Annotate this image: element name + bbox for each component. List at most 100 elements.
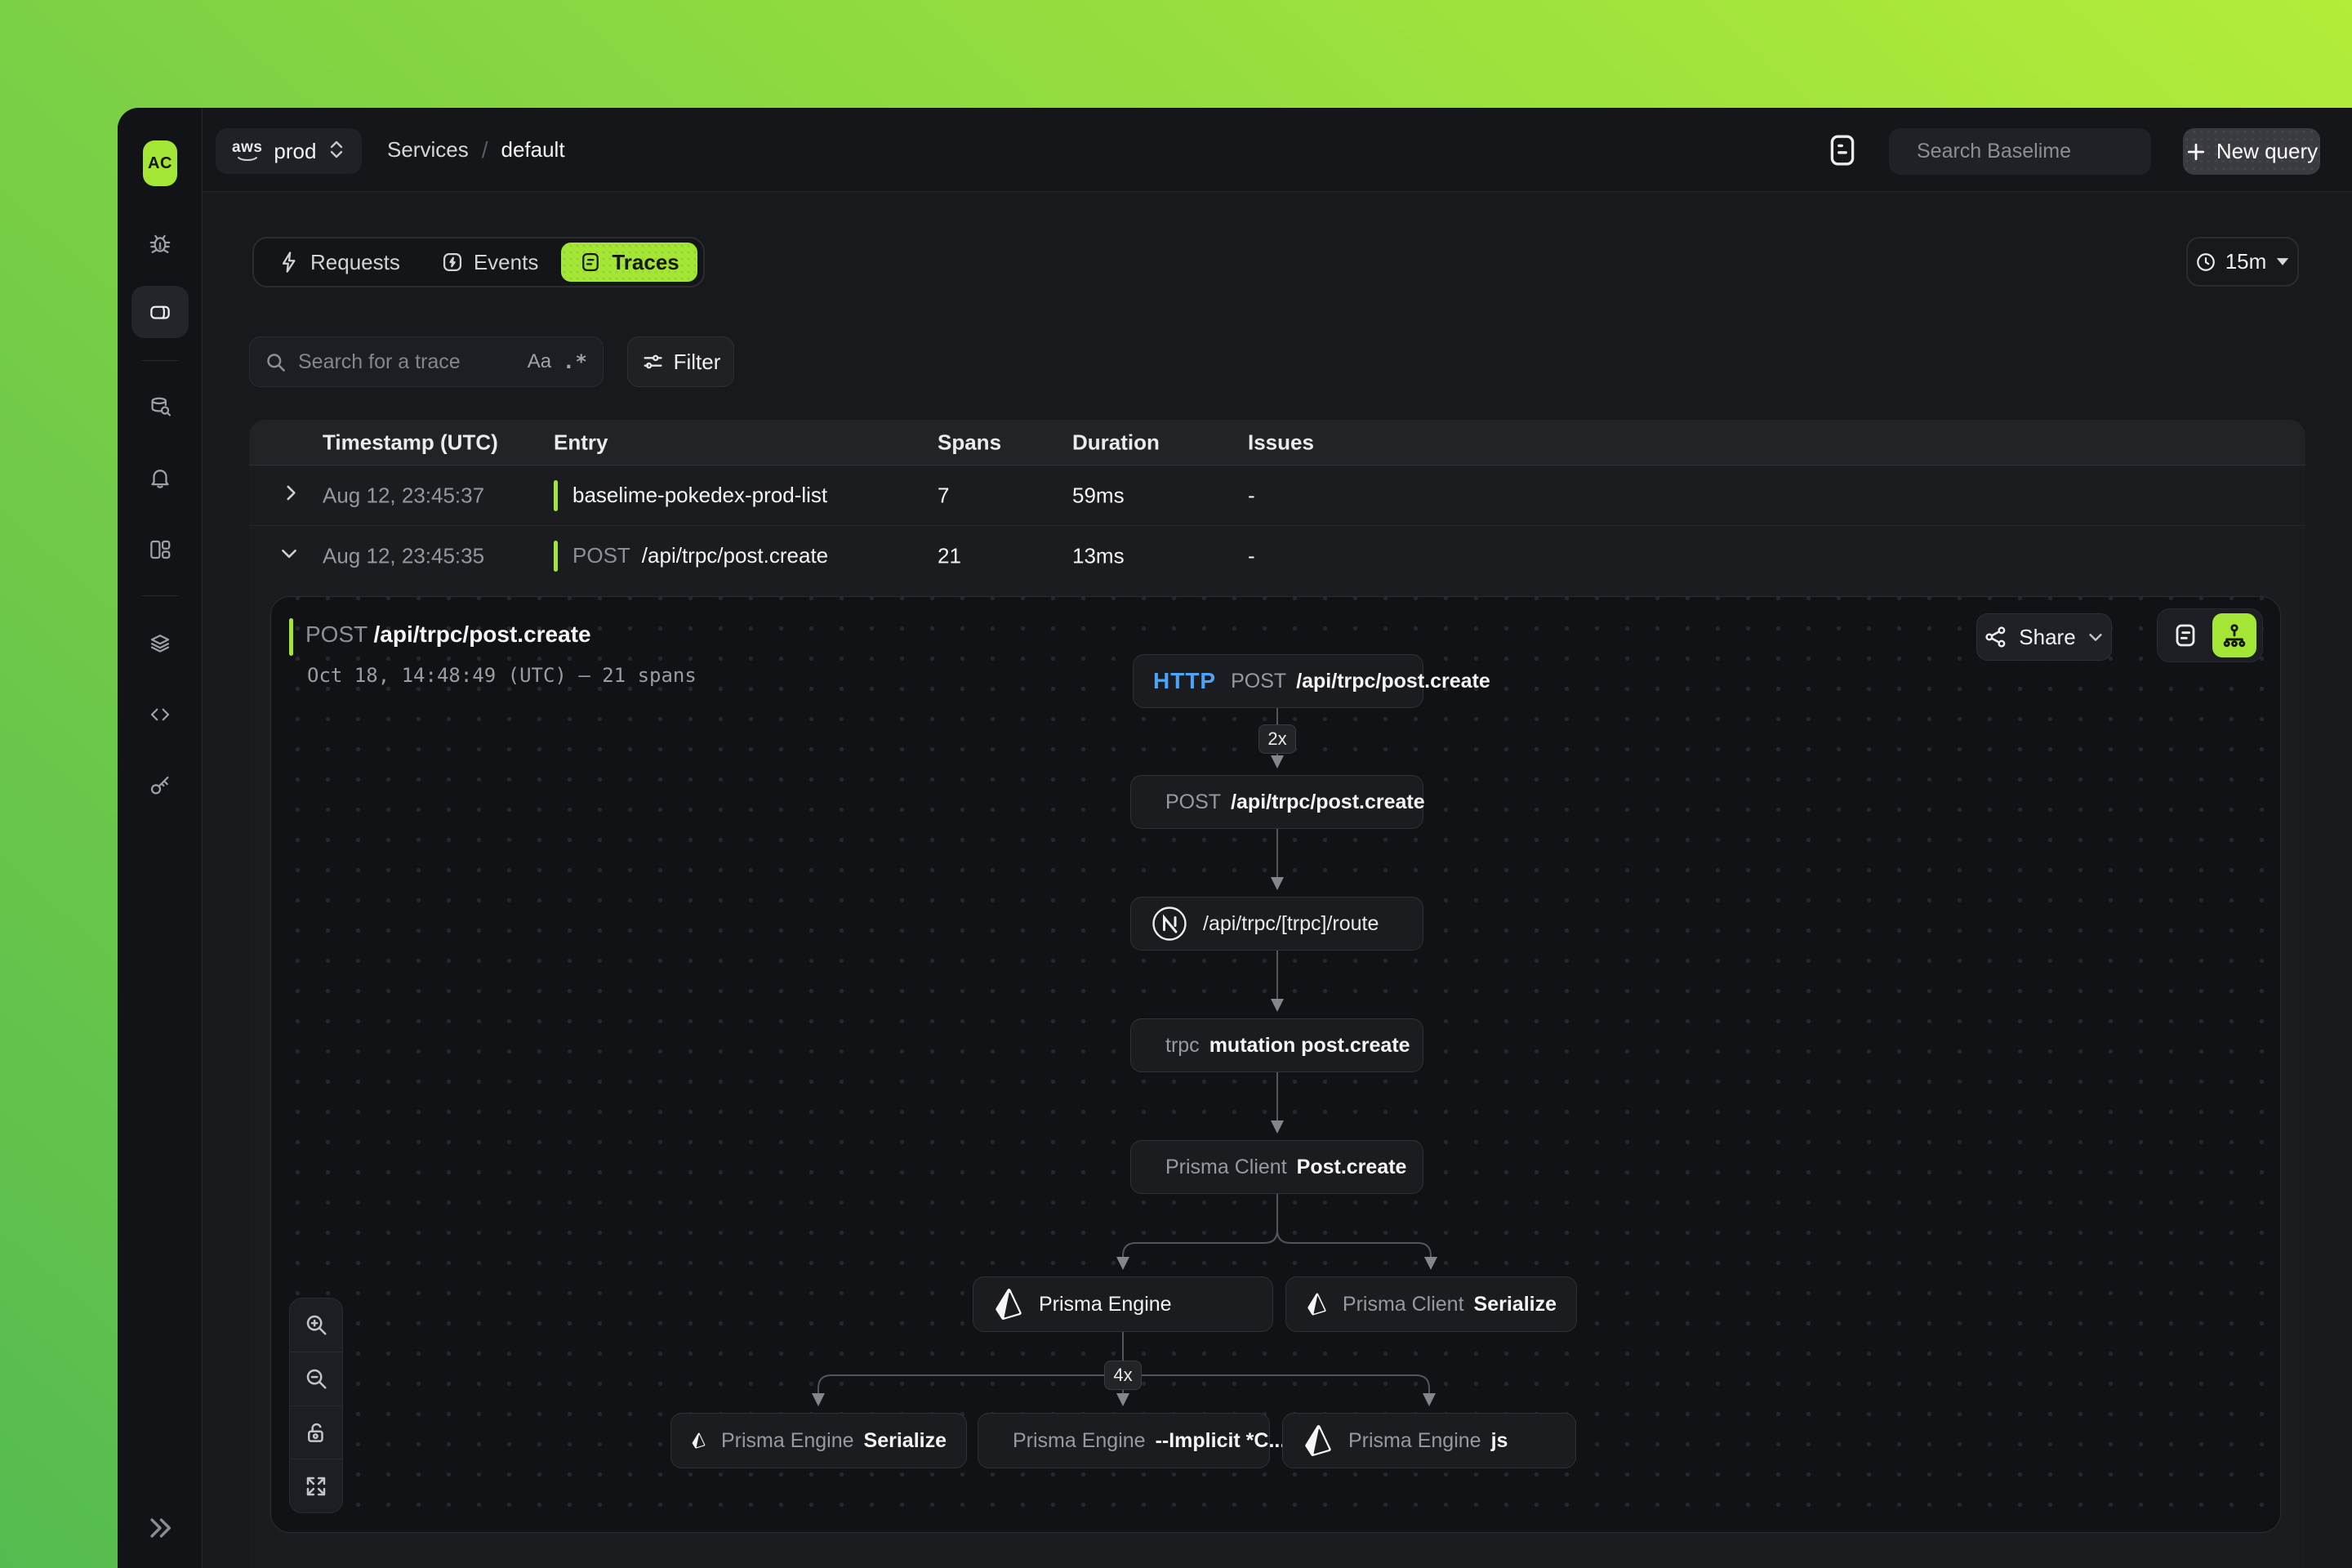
avatar[interactable]: AC: [143, 140, 177, 186]
view-mode-toggle: [2157, 608, 2263, 662]
trace-detail-title: POST /api/trpc/post.create: [305, 621, 591, 648]
span-node-http[interactable]: HTTP POST /api/trpc/post.create: [1133, 654, 1423, 708]
row-spans: 21: [938, 543, 961, 568]
lightning-icon: [278, 251, 301, 274]
bell-icon[interactable]: [147, 465, 173, 491]
bug-icon[interactable]: [147, 229, 173, 256]
trace-detail-meta: Oct 18, 14:48:49 (UTC) – 21 spans: [307, 664, 697, 687]
new-query-button[interactable]: New query: [2183, 128, 2320, 175]
tab-events[interactable]: Events: [423, 243, 557, 282]
case-sensitive-toggle[interactable]: Aa: [528, 350, 551, 373]
database-search-icon[interactable]: [147, 394, 173, 421]
changelog-icon[interactable]: [1824, 132, 1860, 168]
span-node-nextjs[interactable]: POST /api/trpc/post.create: [1130, 775, 1423, 829]
trace-search-input[interactable]: [298, 350, 516, 374]
span-node-prisma-engine[interactable]: Prisma Engine: [973, 1276, 1273, 1332]
span-node-prisma-client-serialize[interactable]: Prisma Client Serialize: [1285, 1276, 1577, 1332]
col-duration: Duration: [1072, 430, 1160, 455]
app-window: AC: [118, 108, 2352, 1568]
col-issues: Issues: [1248, 430, 1314, 455]
fit-view-button[interactable]: [290, 1459, 342, 1512]
share-nodes-icon: [1984, 625, 2008, 649]
row-entry: POST /api/trpc/post.create: [554, 541, 828, 572]
event-bolt-icon: [441, 251, 464, 274]
span-node-prisma-engine-js[interactable]: Prisma Engine js: [1282, 1413, 1576, 1468]
entry-color-bar: [289, 618, 293, 656]
chevron-down-icon[interactable]: [278, 542, 300, 569]
span-node-prisma-client[interactable]: Prisma Client Post.create: [1130, 1140, 1423, 1194]
prisma-icon: [1303, 1423, 1334, 1458]
tab-requests[interactable]: Requests: [260, 243, 418, 282]
nextjs-icon: [1151, 905, 1188, 942]
sidebar-item-explore[interactable]: [131, 286, 189, 338]
row-timestamp: Aug 12, 23:45:37: [323, 483, 484, 508]
zoom-in-button[interactable]: [290, 1298, 342, 1352]
sidebar: AC: [118, 108, 203, 1568]
dashboard-icon[interactable]: [147, 537, 173, 563]
row-duration: 13ms: [1072, 543, 1125, 568]
table-row[interactable]: Aug 12, 23:45:35 POST /api/trpc/post.cre…: [249, 525, 2305, 586]
list-view-button[interactable]: [2163, 613, 2207, 657]
col-timestamp: Timestamp (UTC): [323, 430, 498, 455]
sliders-icon: [641, 350, 664, 373]
row-timestamp: Aug 12, 23:45:35: [323, 543, 484, 568]
col-spans: Spans: [938, 430, 1001, 455]
table-row[interactable]: Aug 12, 23:45:37 baselime-pokedex-prod-l…: [249, 466, 2305, 525]
list-view-icon: [2172, 622, 2198, 648]
filter-button[interactable]: Filter: [627, 336, 734, 387]
global-search[interactable]: ⌘ K: [1889, 128, 2151, 175]
row-entry: baselime-pokedex-prod-list: [554, 480, 827, 511]
sidebar-divider: [141, 360, 179, 361]
tab-traces[interactable]: Traces: [561, 243, 697, 282]
plus-icon: [2185, 141, 2207, 163]
time-range-select[interactable]: 15m: [2186, 237, 2299, 287]
key-icon[interactable]: [147, 773, 173, 799]
trace-search[interactable]: Aa .*: [249, 336, 604, 387]
breadcrumb-current[interactable]: default: [501, 137, 564, 163]
search-icon: [265, 351, 287, 373]
workspace-switcher[interactable]: aws prod: [216, 128, 362, 174]
breadcrumb-section[interactable]: Services: [387, 137, 469, 163]
row-issues: -: [1248, 543, 1255, 568]
aws-logo: aws: [232, 140, 262, 163]
span-node-prisma-engine-serialize[interactable]: Prisma Engine Serialize: [670, 1413, 967, 1468]
span-node-trpc[interactable]: trpc mutation post.create: [1130, 1018, 1423, 1072]
graph-zoom-toolbar: [289, 1298, 343, 1513]
code-icon[interactable]: [147, 702, 173, 728]
regex-toggle[interactable]: .*: [563, 350, 588, 373]
row-spans: 7: [938, 483, 949, 508]
lock-toggle-button[interactable]: [290, 1405, 342, 1459]
lock-open-icon: [304, 1420, 328, 1445]
share-button[interactable]: Share: [1976, 613, 2112, 661]
trace-detail-panel: POST /api/trpc/post.create Oct 18, 14:48…: [270, 596, 2281, 1533]
global-search-input[interactable]: [1917, 140, 2180, 163]
zoom-out-button[interactable]: [290, 1352, 342, 1405]
chevron-down-icon: [2087, 628, 2105, 646]
main-area: aws prod Services / default ⌘ K: [203, 108, 2352, 1568]
zoom-out-icon: [304, 1366, 328, 1391]
span-node-prisma-engine-implicit[interactable]: Prisma Engine --Implicit *C...: [978, 1413, 1270, 1468]
tree-view-button[interactable]: [2212, 613, 2256, 657]
breadcrumb: Services / default: [387, 108, 565, 192]
prisma-icon: [691, 1423, 706, 1458]
clock-icon: [2195, 252, 2216, 273]
entry-color-bar: [554, 541, 558, 572]
expand-sidebar-icon[interactable]: [146, 1514, 174, 1546]
view-tabs: Requests Events Traces: [252, 237, 705, 287]
trace-table: Timestamp (UTC) Entry Spans Duration Iss…: [249, 420, 2305, 1568]
zoom-in-icon: [304, 1312, 328, 1337]
multiplicity-badge: 4x: [1104, 1361, 1142, 1390]
prisma-icon: [1306, 1287, 1328, 1321]
chevron-down-icon: [2277, 258, 2288, 265]
prisma-icon: [993, 1287, 1024, 1321]
span-node-nextjs-route[interactable]: /api/trpc/[trpc]/route: [1130, 897, 1423, 951]
sidebar-divider: [141, 595, 179, 596]
http-icon: HTTP: [1153, 668, 1216, 694]
chevron-right-icon[interactable]: [280, 482, 301, 509]
unfold-icon: [327, 139, 345, 164]
breadcrumb-separator: /: [482, 137, 488, 163]
layers-icon[interactable]: [147, 630, 173, 656]
row-issues: -: [1248, 483, 1255, 508]
topbar: aws prod Services / default ⌘ K: [203, 108, 2352, 192]
multiplicity-badge: 2x: [1258, 724, 1296, 754]
